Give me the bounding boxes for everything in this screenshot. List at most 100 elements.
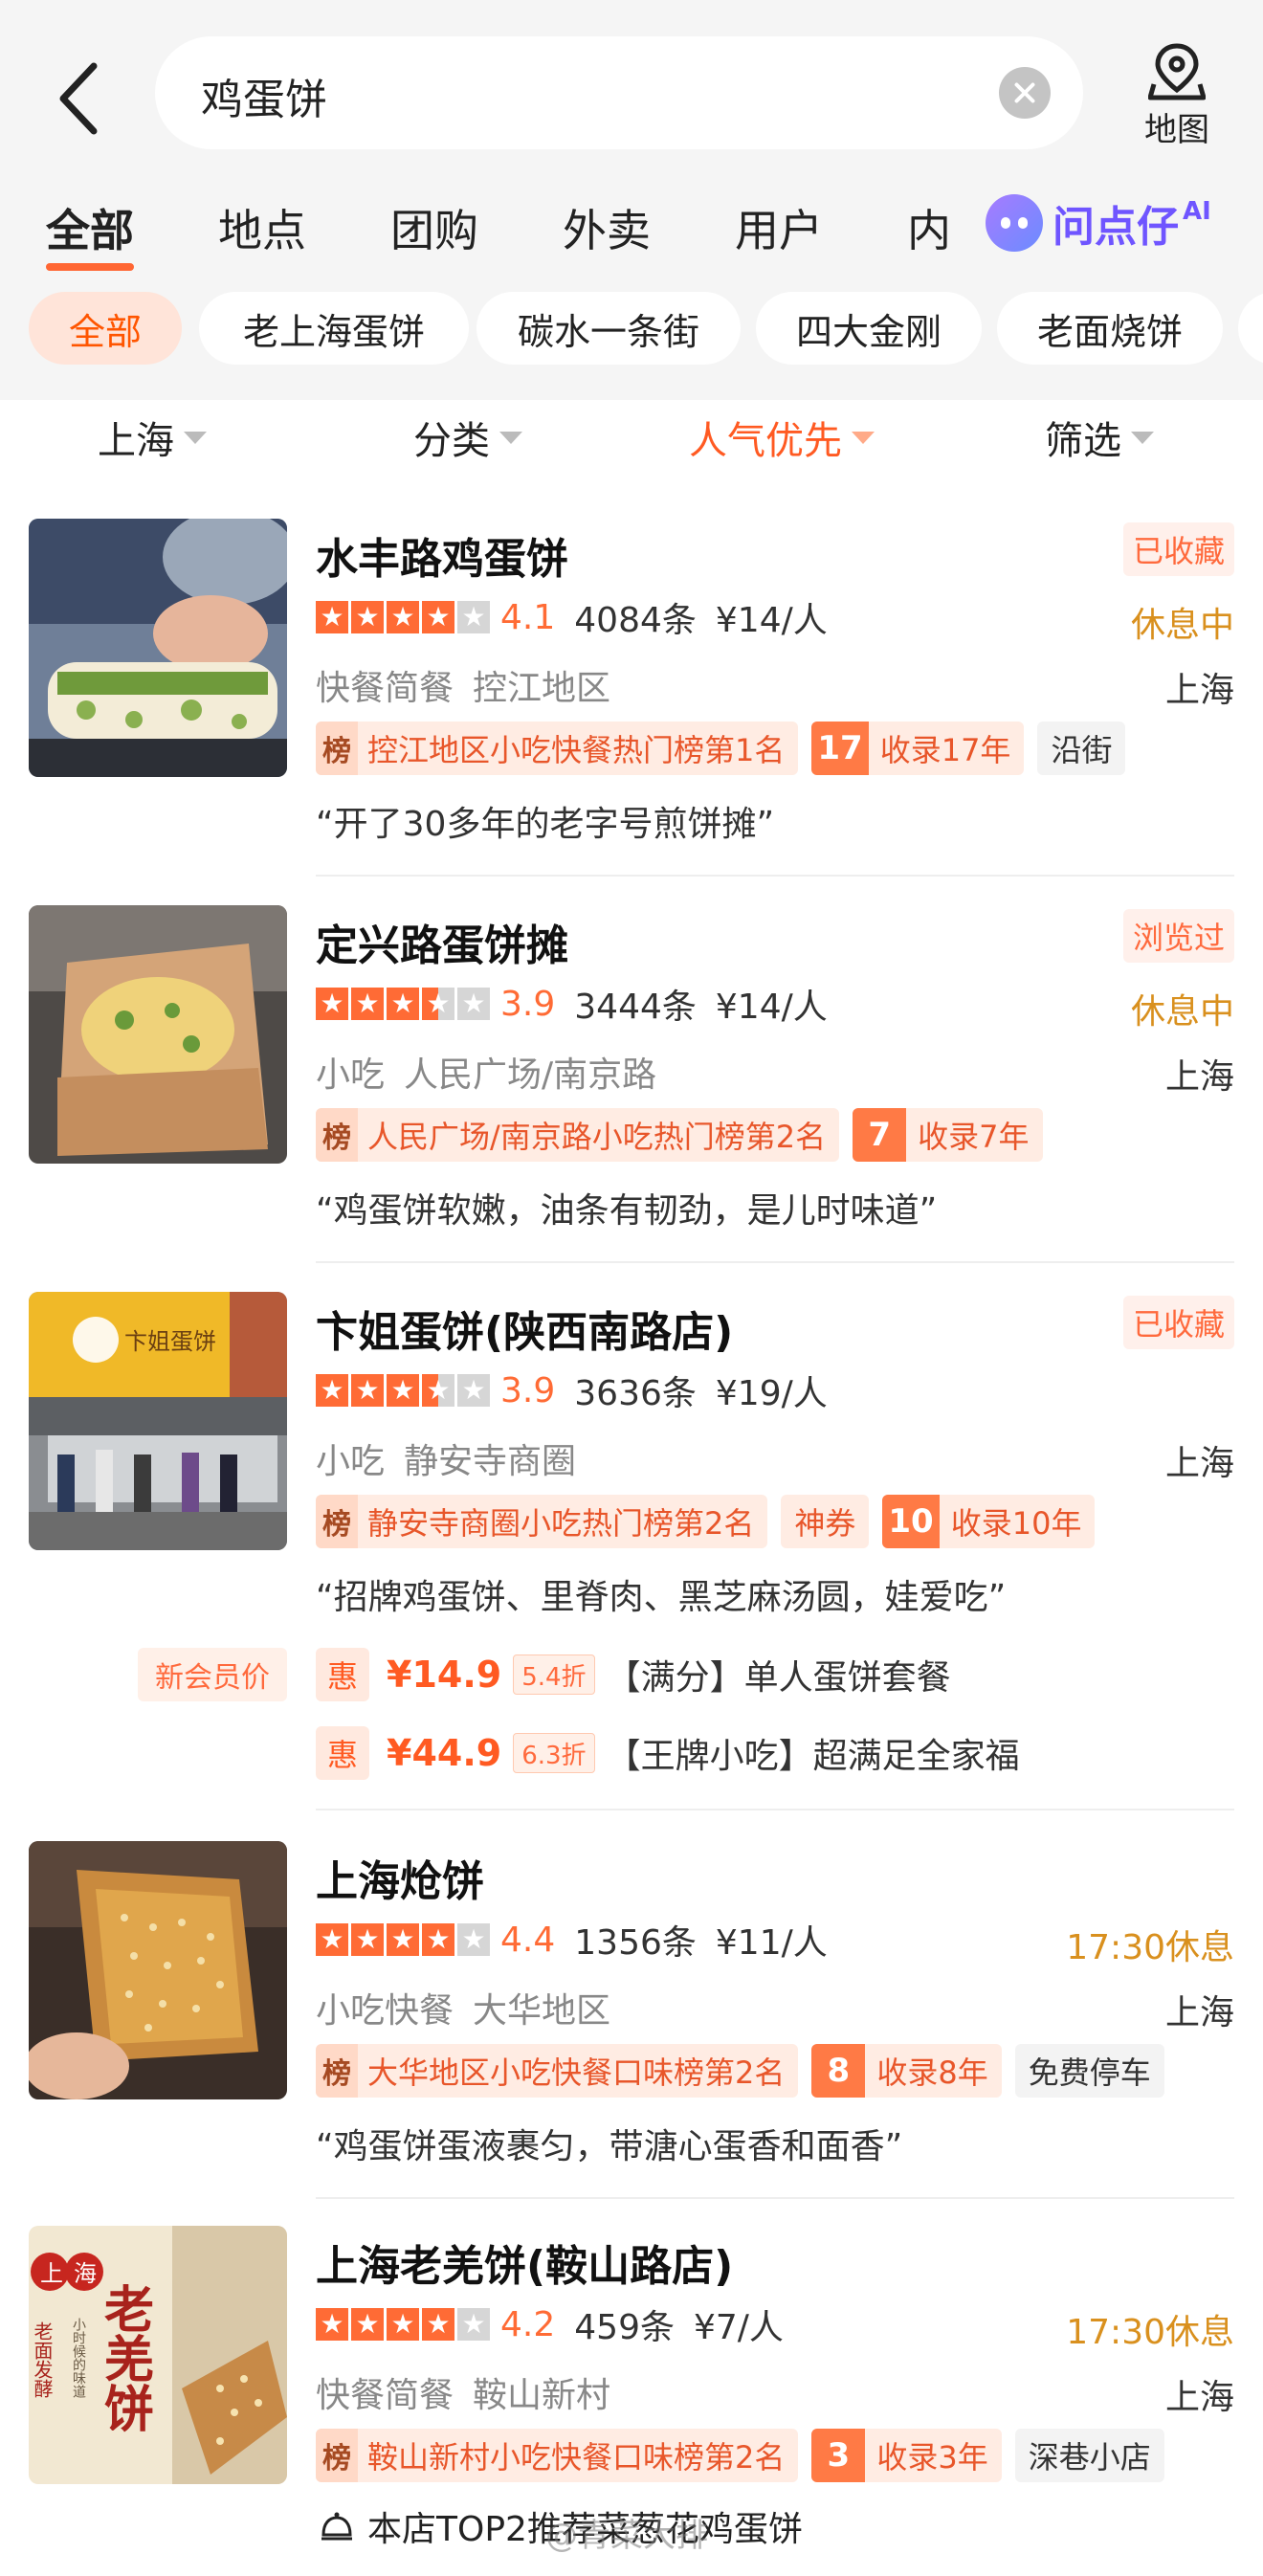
- chip-carb-street[interactable]: 碳水一条街: [476, 292, 741, 365]
- shop-name[interactable]: 定兴路蛋饼摊: [316, 911, 568, 972]
- divider: [316, 1809, 1234, 1810]
- list-item[interactable]: 卞姐蛋饼 卞姐蛋饼(陕西南路店) 已收藏 3.9 3636条 ¥19/人 小吃静…: [0, 1292, 1263, 1810]
- years-text: 收录3年: [876, 2439, 988, 2476]
- filter-category-label: 分类: [413, 419, 490, 463]
- area: 静安寺商圈: [404, 1442, 577, 1481]
- divider: [316, 2197, 1234, 2199]
- tab-users[interactable]: 用户: [735, 196, 823, 259]
- filter-more[interactable]: 筛选: [1045, 410, 1154, 465]
- star-rating: [316, 599, 493, 635]
- star-icon: [387, 986, 419, 1022]
- rank-tag[interactable]: 榜大华地区小吃快餐口味榜第2名: [316, 2044, 799, 2098]
- tab-takeout[interactable]: 外卖: [563, 196, 651, 259]
- years-number: 17: [811, 722, 869, 775]
- star-rating: [316, 2306, 493, 2343]
- chip-four-kings[interactable]: 四大金刚: [756, 292, 982, 365]
- review-count: 1356条: [574, 1923, 697, 1963]
- rank-tag[interactable]: 榜人民广场/南京路小吃热门榜第2名: [316, 1108, 840, 1162]
- tab-places[interactable]: 地点: [218, 196, 306, 259]
- favorited-badge: 已收藏: [1122, 522, 1234, 576]
- logo-char-shang: 上: [40, 2260, 63, 2287]
- city: 上海: [1164, 1057, 1234, 1097]
- shop-sign-text: 卞姐蛋饼: [124, 1328, 216, 1355]
- chip-old-dough[interactable]: 老面烧饼: [997, 292, 1223, 365]
- shop-photo: [29, 905, 287, 1164]
- star-icon: [422, 599, 454, 635]
- top-bar: 鸡蛋饼 地图 全部 地点 团购 外卖 用户 内 问点仔 AI 全部 老上海蛋饼 …: [0, 0, 1263, 400]
- deal-row[interactable]: 惠 ¥44.9 6.3折 【王牌小吃】超满足全家福: [316, 1726, 1020, 1780]
- tab-content[interactable]: 内: [907, 196, 951, 259]
- watermark: @青菜大排: [545, 2517, 708, 2555]
- back-button[interactable]: [55, 56, 122, 142]
- logo-side-text: 老面发酵: [31, 2321, 54, 2398]
- clear-icon[interactable]: [999, 67, 1051, 119]
- new-member-price-label: 新会员价: [138, 1648, 287, 1701]
- list-item[interactable]: 水丰路鸡蛋饼 已收藏 4.1 4084条 ¥14/人 休息中 快餐简餐控江地区 …: [0, 519, 1263, 901]
- rating-row: 4.2 459条 ¥7/人: [316, 2300, 784, 2348]
- shop-name[interactable]: 卞姐蛋饼(陕西南路店): [316, 1298, 733, 1359]
- chip-all[interactable]: 全部: [29, 292, 182, 365]
- years-number: 7: [853, 1108, 907, 1162]
- tag-row: 榜大华地区小吃快餐口味榜第2名 8 收录8年 免费停车: [316, 2044, 1178, 2098]
- favorited-badge: 已收藏: [1122, 1296, 1234, 1349]
- star-empty-icon: [457, 986, 490, 1022]
- list-item[interactable]: 定兴路蛋饼摊 浏览过 3.9 3444条 ¥14/人 休息中 小吃人民广场/南京…: [0, 905, 1263, 1288]
- rank-tag[interactable]: 榜控江地区小吃快餐热门榜第1名: [316, 722, 799, 775]
- rank-icon: 榜: [316, 2429, 358, 2482]
- filter-city[interactable]: 上海: [98, 410, 207, 465]
- rank-text: 控江地区小吃快餐热门榜第1名: [367, 732, 786, 768]
- rank-text: 静安寺商圈小吃热门榜第2名: [367, 1505, 755, 1542]
- rank-icon: 榜: [316, 1495, 358, 1548]
- tab-ai-assistant[interactable]: 问点仔 AI: [986, 187, 1263, 259]
- star-icon: [351, 1372, 384, 1409]
- years-text: 收录7年: [918, 1119, 1030, 1155]
- years-tag: 17 收录17年: [811, 722, 1025, 775]
- star-icon: [316, 2306, 348, 2343]
- map-label: 地图: [1144, 111, 1209, 149]
- rank-text: 鞍山新村小吃快餐口味榜第2名: [367, 2439, 786, 2476]
- city: 上海: [1164, 1444, 1234, 1483]
- city: 上海: [1164, 1993, 1234, 2032]
- shop-name[interactable]: 上海老羌饼(鞍山路店): [316, 2232, 733, 2293]
- rank-tag[interactable]: 榜鞍山新村小吃快餐口味榜第2名: [316, 2429, 799, 2482]
- dish-cover-icon: [321, 2512, 352, 2541]
- years-number: 3: [811, 2429, 866, 2482]
- star-rating: [316, 986, 493, 1022]
- rating-row: 3.9 3444条 ¥14/人: [316, 980, 828, 1028]
- rating-score: 3.9: [500, 984, 556, 1024]
- avg-price: ¥19/人: [715, 1374, 828, 1413]
- shop-name[interactable]: 水丰路鸡蛋饼: [316, 524, 568, 586]
- rank-tag[interactable]: 榜静安寺商圈小吃热门榜第2名: [316, 1495, 768, 1548]
- ai-tab-sup: AI: [1183, 197, 1211, 226]
- category: 小吃: [316, 1442, 386, 1481]
- star-icon: [316, 986, 348, 1022]
- star-icon: [387, 599, 419, 635]
- shop-name[interactable]: 上海炝饼: [316, 1847, 484, 1908]
- tab-group-buy[interactable]: 团购: [390, 196, 478, 259]
- ai-tab-label: 问点仔: [1052, 203, 1179, 252]
- search-box[interactable]: 鸡蛋饼: [155, 36, 1083, 149]
- chip-old-shanghai[interactable]: 老上海蛋饼: [199, 292, 469, 365]
- map-button[interactable]: 地图: [1129, 38, 1225, 153]
- open-status: 休息中: [1130, 606, 1234, 645]
- deal-row[interactable]: 惠 ¥14.9 5.4折 【满分】单人蛋饼套餐: [316, 1648, 951, 1701]
- filter-category[interactable]: 分类: [413, 410, 522, 465]
- chip-more[interactable]: [1238, 292, 1263, 365]
- coupon-tag: 神券: [781, 1495, 870, 1548]
- star-icon: [422, 2306, 454, 2343]
- deal-discount: 6.3折: [513, 1733, 595, 1773]
- years-number: 10: [882, 1495, 940, 1548]
- category-row: 快餐简餐 控江地区: [316, 660, 630, 710]
- city: 上海: [1164, 2378, 1234, 2417]
- years-text: 收录8年: [876, 2054, 988, 2091]
- search-input[interactable]: 鸡蛋饼: [201, 65, 327, 126]
- shop-photo: 卞姐蛋饼: [29, 1292, 287, 1550]
- feature-tag: 深巷小店: [1014, 2429, 1164, 2482]
- filter-sort[interactable]: 人气优先: [689, 410, 875, 465]
- list-item[interactable]: 上海炝饼 4.4 1356条 ¥11/人 17:30休息 小吃快餐大华地区 上海…: [0, 1841, 1263, 2224]
- star-icon: [351, 2306, 384, 2343]
- rating-row: 3.9 3636条 ¥19/人: [316, 1366, 828, 1414]
- tab-all[interactable]: 全部: [46, 196, 134, 271]
- rating-row: 4.1 4084条 ¥14/人: [316, 593, 828, 641]
- logo-sub-text: 小时候的味道: [71, 2318, 86, 2399]
